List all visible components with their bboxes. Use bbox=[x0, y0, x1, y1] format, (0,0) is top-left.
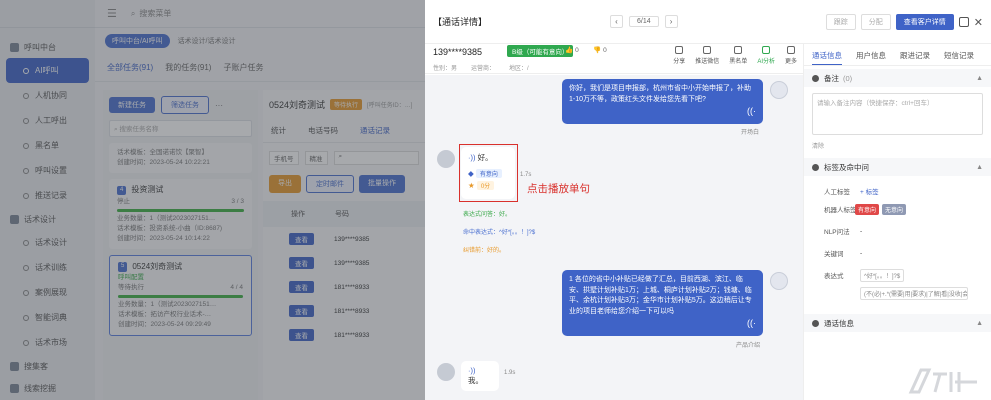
bot-message[interactable]: 你好，我们是项目申报部，杭州市省中小开始申报了，补助1-10万不等，政策红头文件… bbox=[562, 79, 763, 124]
correction-note: 纠错前：好的。 bbox=[463, 248, 506, 254]
user-block-icon bbox=[734, 46, 743, 54]
audio-duration: 1.9s bbox=[504, 370, 516, 376]
expression-row-2: (不(必|+.*(需要|用|要求)|了解|看|没收|会|... bbox=[804, 284, 991, 302]
close-icon[interactable]: ✕ bbox=[974, 16, 983, 29]
note-section-header[interactable]: 备注 (0) ▲ bbox=[804, 69, 991, 87]
watermark-logo bbox=[908, 368, 977, 394]
call-info-section-header[interactable]: 通话信息 ▲ bbox=[804, 314, 991, 332]
bot-message[interactable]: 1 各位的省中小补贴已经做了汇总，目前西湖、滨江、临安、拱墅计划补贴1万；上城、… bbox=[562, 270, 763, 336]
level-badge: B级（可能有意向） bbox=[507, 45, 574, 57]
play-audio-icon[interactable]: ((· bbox=[569, 317, 756, 331]
share-icon bbox=[675, 46, 684, 54]
user-message[interactable]: ·)) 我。 bbox=[461, 361, 499, 391]
follow-button[interactable]: 跟踪 bbox=[825, 14, 856, 30]
expression-tag: (不(必|+.*(需要|用|要求)|了解|看|没收|会|... bbox=[860, 286, 968, 300]
next-button[interactable]: › bbox=[664, 15, 678, 28]
blacklist-button[interactable]: 黑名单 bbox=[729, 46, 747, 65]
more-button[interactable]: 更多 bbox=[785, 46, 797, 65]
highlight-box bbox=[459, 144, 518, 202]
annotation-text: 点击播放单句 bbox=[527, 183, 590, 195]
clear-button[interactable]: 清除 bbox=[812, 141, 983, 150]
ai-icon bbox=[762, 46, 771, 54]
hit-expression: 命中表达式：^好*[。。！]?$ bbox=[463, 230, 536, 236]
more-icon bbox=[786, 46, 795, 54]
note-icon bbox=[812, 74, 819, 82]
expression-tag: ^好*[。。！]?$ bbox=[860, 268, 905, 282]
dislike-button[interactable]: 👎 0 bbox=[593, 46, 607, 55]
caller-meta: 性别：男 运营商： 地区：/ bbox=[433, 66, 529, 72]
expression-answer: 表达式问答：好。 bbox=[463, 212, 512, 218]
tag-icon bbox=[812, 163, 819, 171]
tab-call-info[interactable]: 通话信息 bbox=[812, 50, 842, 65]
play-audio-icon[interactable]: ((· bbox=[569, 105, 756, 119]
phone-icon bbox=[812, 319, 819, 327]
keyword-row: 关键词 - bbox=[824, 249, 863, 259]
tags-section-header[interactable]: 标签及命中问 ▲ bbox=[804, 158, 991, 176]
play-audio-icon[interactable]: ·)) bbox=[468, 366, 476, 375]
call-detail-drawer: 【通话详情】 ‹ 6/14 › 跟踪 分配 查看客户详情 ✕ 139****93… bbox=[425, 0, 991, 400]
expression-row: 表达式 ^好*[。。！]?$ bbox=[804, 266, 991, 284]
tab-sms-records[interactable]: 短信记录 bbox=[944, 50, 974, 65]
modal-overlay[interactable] bbox=[0, 0, 425, 400]
info-tabs: 通话信息 用户信息 跟进记录 短信记录 bbox=[804, 44, 991, 66]
assign-button[interactable]: 分配 bbox=[860, 14, 891, 30]
nlp-row: NLP问法 - bbox=[824, 227, 863, 237]
robot-tag-row: 机器人标签 有意向 无意向 bbox=[804, 200, 991, 218]
user-avatar bbox=[437, 150, 455, 168]
thumbs-up-icon: 👍 bbox=[565, 47, 574, 54]
bot-avatar bbox=[770, 272, 788, 290]
share-button[interactable]: 分享 bbox=[673, 46, 685, 65]
pager: ‹ 6/14 › bbox=[610, 15, 678, 28]
chevron-up-icon[interactable]: ▲ bbox=[976, 164, 983, 171]
intent-tag: 有意向 bbox=[855, 203, 880, 215]
bot-avatar bbox=[770, 81, 788, 99]
conversation: 你好，我们是项目申报部，杭州市省中小开始申报了，补助1-10万不等，政策红头文件… bbox=[425, 75, 803, 400]
manual-tag-row: 人工标签 + 标签 bbox=[804, 182, 991, 200]
drawer-title: 【通话详情】 bbox=[433, 17, 488, 27]
ai-analysis-button[interactable]: AI分析 bbox=[757, 46, 775, 65]
no-intent-tag: 无意向 bbox=[882, 203, 907, 215]
chevron-up-icon[interactable]: ▲ bbox=[976, 75, 983, 82]
popout-icon[interactable] bbox=[958, 17, 969, 27]
push-wechat-button[interactable]: 推送微信 bbox=[695, 46, 719, 65]
thumbs-down-icon: 👎 bbox=[593, 47, 602, 54]
view-customer-button[interactable]: 查看客户详情 bbox=[895, 14, 954, 30]
page-indicator: 6/14 bbox=[629, 16, 659, 27]
tab-follow-records[interactable]: 跟进记录 bbox=[900, 50, 930, 65]
audio-duration: 1.7s bbox=[520, 172, 532, 178]
call-actions: 分享 推送微信 黑名单 AI分析 更多 bbox=[673, 46, 797, 65]
info-panel: 通话信息 用户信息 跟进记录 短信记录 备注 (0) ▲ 请输入备注内容（快捷保存… bbox=[803, 44, 991, 400]
node-label: 产品介绍 bbox=[736, 343, 761, 349]
call-summary: 139****9385 B级（可能有意向） 👍 0 👎 0 性别：男 运营商： 地区… bbox=[425, 44, 803, 74]
tab-user-info[interactable]: 用户信息 bbox=[856, 50, 886, 65]
prev-button[interactable]: ‹ bbox=[610, 15, 623, 28]
add-tag-button[interactable]: + 标签 bbox=[860, 186, 879, 196]
drawer-header: 【通话详情】 ‹ 6/14 › 跟踪 分配 查看客户详情 ✕ bbox=[425, 0, 991, 44]
chevron-up-icon[interactable]: ▲ bbox=[976, 320, 983, 327]
user-avatar bbox=[437, 363, 455, 381]
phone-number: 139****9385 bbox=[433, 47, 483, 57]
chat-icon bbox=[703, 46, 712, 54]
like-button[interactable]: 👍 0 bbox=[565, 46, 579, 55]
node-label: 开场白 bbox=[741, 130, 760, 136]
note-textarea[interactable]: 请输入备注内容（快捷保存：ctrl+回车） bbox=[812, 93, 983, 135]
